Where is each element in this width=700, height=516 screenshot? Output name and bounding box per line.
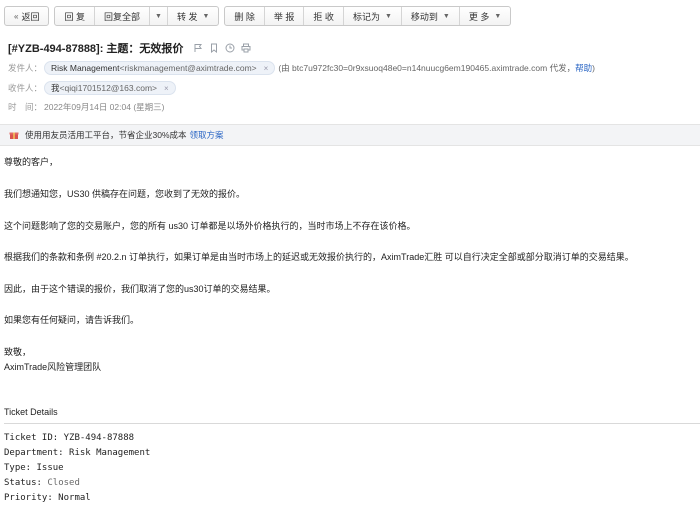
double-chevron-left-icon: «: [14, 11, 19, 21]
chevron-down-icon: ▼: [384, 12, 392, 20]
notice-text: 使用用友员活用工平台，节省企业30%成本: [25, 130, 187, 140]
body-paragraph: 如果您有任何疑问，请告诉我们。: [4, 315, 140, 325]
closing: 致敬，: [4, 347, 32, 357]
ticket-type: Type: Issue: [4, 463, 64, 473]
time-row: 时 间： 2022年09月14日 02:04 (星期三): [8, 101, 164, 113]
reply-label: 回 复: [64, 11, 85, 22]
reply-dropdown-button[interactable]: ▼: [150, 7, 168, 25]
ticket-details-title: Ticket Details: [4, 407, 58, 417]
move-to-button[interactable]: 移动到 ▼: [402, 7, 460, 25]
clock-icon[interactable]: [225, 43, 235, 53]
body-paragraph: 根据我们的条款和条例 #20.2.n 订单执行，如果订单是由当时市场上的延迟或无…: [4, 252, 634, 262]
ticket-status-label: Status:: [4, 478, 48, 488]
to-row: 收件人： 我 <qiqi1701512@163.com> ×: [8, 81, 176, 95]
close-icon[interactable]: ×: [164, 84, 169, 93]
reply-button[interactable]: 回 复: [55, 7, 95, 25]
to-label: 收件人：: [8, 83, 43, 93]
recipient-address: <qiqi1701512@163.com>: [59, 83, 157, 93]
sent-via-text: (由 btc7u972fc30=0r9xsuoq48e0=n14nuucg6em…: [278, 63, 576, 73]
ticket-id: Ticket ID: YZB-494-87888: [4, 433, 135, 443]
ticket-status-value: Closed: [47, 478, 80, 488]
reply-all-label: 回复全部: [103, 11, 140, 22]
body-paragraph: 我们想通知您，US30 供稿存在问题，您收到了无效的报价。: [4, 189, 246, 199]
ticket-status: Status: Closed: [4, 478, 80, 488]
mark-as-button[interactable]: 标记为 ▼: [344, 7, 402, 25]
back-button[interactable]: « 返回: [5, 7, 48, 25]
manage-group: 删 除 举 报 拒 收 标记为 ▼ 移动到 ▼ 更 多 ▼: [224, 6, 512, 26]
more-button[interactable]: 更 多 ▼: [460, 7, 510, 25]
move-to-label: 移动到: [410, 11, 438, 22]
mark-as-label: 标记为: [352, 11, 380, 22]
flag-icon[interactable]: [193, 43, 203, 53]
gift-icon: [9, 132, 19, 139]
time-label: 时 间：: [8, 102, 43, 112]
reject-label: 拒 收: [313, 11, 334, 22]
report-button[interactable]: 举 报: [265, 7, 305, 25]
from-row: 发件人： Risk Management <riskmanagement@axi…: [8, 61, 595, 75]
body-paragraph: 这个问题影响了您的交易账户，您的所有 us30 订单都是以场外价格执行的，当时市…: [4, 221, 416, 231]
body-paragraph: 因此，由于这个错误的报价，我们取消了您的us30订单的交易结果。: [4, 284, 276, 294]
from-label: 发件人：: [8, 63, 43, 73]
time-value: 2022年09月14日 02:04 (星期三): [44, 102, 165, 112]
chevron-down-icon: ▼: [155, 12, 162, 20]
ad-notice-bar: 使用用友员活用工平台，节省企业30%成本 领取方案: [0, 124, 700, 146]
divider: [4, 423, 700, 424]
back-group: « 返回: [4, 6, 50, 26]
report-label: 举 报: [273, 11, 295, 22]
sent-via-close: ): [592, 63, 595, 73]
subject-row: [#YZB-494-87888]: 主题：无效报价: [8, 40, 251, 56]
reject-button[interactable]: 拒 收: [304, 7, 344, 25]
sender-name: Risk Management: [51, 63, 120, 73]
subject-actions: [193, 43, 251, 53]
forward-label: 转 发: [176, 11, 198, 22]
chevron-down-icon: ▼: [442, 12, 450, 20]
ticket-department: Department: Risk Management: [4, 448, 151, 458]
more-label: 更 多: [468, 11, 490, 22]
chevron-down-icon: ▼: [202, 12, 210, 20]
close-icon[interactable]: ×: [264, 64, 269, 73]
delete-button[interactable]: 删 除: [225, 7, 265, 25]
signature: AximTrade风险管理团队: [4, 362, 102, 372]
reply-group: 回 复 回复全部 ▼ 转 发 ▼: [54, 6, 220, 26]
print-icon[interactable]: [241, 43, 251, 53]
chevron-down-icon: ▼: [494, 12, 502, 20]
sender-address: <riskmanagement@aximtrade.com>: [119, 63, 257, 73]
delete-label: 删 除: [234, 11, 255, 22]
greeting: 尊敬的客户，: [4, 157, 59, 167]
ticket-priority: Priority: Normal: [4, 493, 91, 503]
recipient-name: 我: [51, 83, 60, 93]
sent-via: (由 btc7u972fc30=0r9xsuoq48e0=n14nuucg6em…: [278, 62, 595, 74]
forward-button[interactable]: 转 发 ▼: [168, 7, 218, 25]
notice-link[interactable]: 领取方案: [190, 129, 224, 141]
sender-chip[interactable]: Risk Management <riskmanagement@aximtrad…: [44, 61, 276, 75]
mail-toolbar: « 返回 回 复 回复全部 ▼ 转 发 ▼ 删 除 举 报 拒 收 标记为 ▼ …: [4, 6, 516, 26]
help-link[interactable]: 帮助: [575, 63, 592, 73]
mail-subject: [#YZB-494-87888]: 主题：无效报价: [8, 43, 184, 55]
reply-all-button[interactable]: 回复全部: [95, 7, 150, 25]
tag-icon[interactable]: [209, 43, 219, 53]
recipient-chip[interactable]: 我 <qiqi1701512@163.com> ×: [44, 81, 176, 95]
back-label: 返回: [21, 11, 40, 22]
